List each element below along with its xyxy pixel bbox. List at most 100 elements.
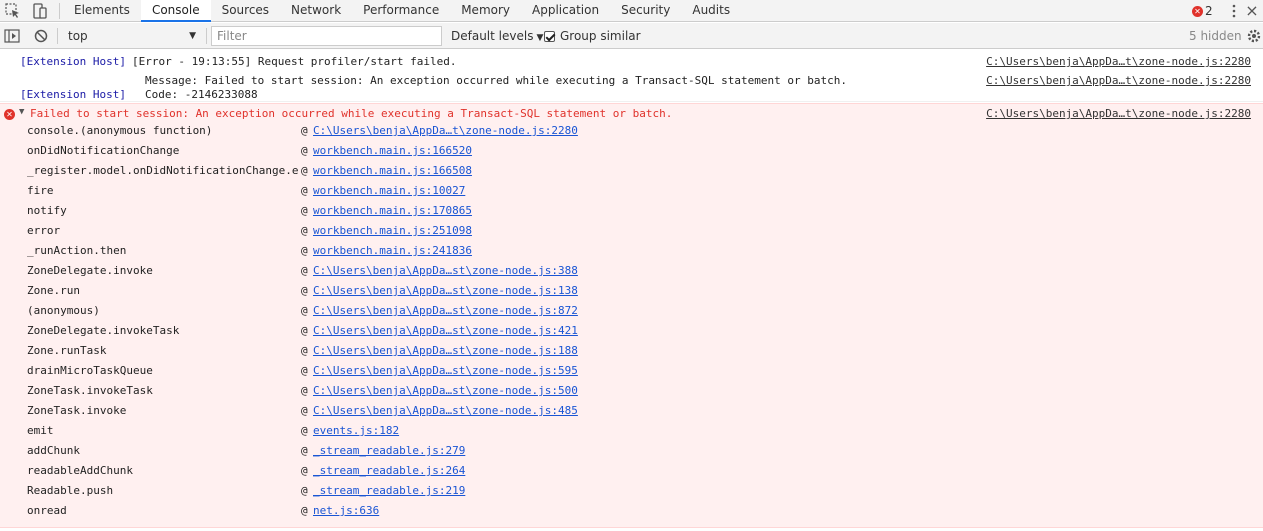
stack-frame: onread @ net.js:636 [0,501,1263,521]
stack-frame-link[interactable]: C:\Users\benja\AppDa…st\zone-node.js:595 [313,364,578,377]
console-log-message: [Extension Host] [Error - 19:13:55] Requ… [0,52,1263,102]
stack-frame-link[interactable]: workbench.main.js:166508 [313,164,472,177]
stack-frame: ZoneDelegate.invokeTask @ C:\Users\benja\A… [0,321,1263,341]
filter-input[interactable] [211,26,442,46]
stack-frame-link[interactable]: _stream_readable.js:264 [313,464,465,477]
at-separator: @ [301,244,308,257]
clear-console-icon[interactable] [32,27,50,45]
stack-frame-link[interactable]: C:\Users\benja\AppDa…st\zone-node.js:388 [313,264,578,277]
error-message-text[interactable]: Failed to start session: An exception oc… [30,107,672,120]
at-separator: @ [301,304,308,317]
stack-frame-function: Zone.run [27,284,80,297]
tab-network[interactable]: Network [280,0,352,22]
at-separator: @ [301,284,308,297]
inspect-element-icon[interactable] [4,2,22,20]
at-separator: @ [301,444,308,457]
hidden-messages-count: 5 hidden [1189,29,1242,43]
stack-frame-link[interactable]: C:\Users\benja\AppDa…st\zone-node.js:485 [313,404,578,417]
context-selector[interactable]: top ▼ [62,26,202,46]
stack-frame-function: Zone.runTask [27,344,107,357]
tab-console[interactable]: Console [140,0,211,22]
log-message-detail: Message: Failed to start session: An exc… [145,74,847,87]
tab-sources[interactable]: Sources [211,0,280,22]
tab-elements[interactable]: Elements [63,0,141,22]
stack-frame-link[interactable]: C:\Users\benja\AppDa…st\zone-node.js:421 [313,324,578,337]
toolbar-divider [57,28,58,44]
error-count: 2 [1205,4,1213,18]
stack-frame: Readable.push @ _stream_readable.js:219 [0,481,1263,501]
stack-frame: _runAction.then @ workbench.main.js:241836 [0,241,1263,261]
at-separator: @ [301,424,308,437]
log-source-label: [Extension Host] [20,55,126,68]
stack-frame-link[interactable]: C:\Users\benja\AppDa…st\zone-node.js:500 [313,384,578,397]
at-separator: @ [301,224,308,237]
dropdown-arrow-icon: ▼ [189,31,196,41]
stack-frame-function: notify [27,204,67,217]
stack-frame-link[interactable]: net.js:636 [313,504,379,517]
stack-frame-link[interactable]: workbench.main.js:241836 [313,244,472,257]
at-separator: @ [301,504,308,517]
stack-frame-link[interactable]: events.js:182 [313,424,399,437]
stack-frame-function: console.(anonymous function) [27,124,213,137]
stack-frame: fire @ workbench.main.js:10027 [0,181,1263,201]
log-source-label: [Extension Host] [20,88,126,101]
stack-frame-link[interactable]: C:\Users\benja\AppDa…st\zone-node.js:188 [313,344,578,357]
log-levels-dropdown[interactable]: Default levels ▼ [451,26,543,46]
stack-frame-function: onDidNotificationChange [27,144,180,157]
dropdown-arrow-icon: ▼ [536,33,544,43]
stack-frame-function: drainMicroTaskQueue [27,364,153,377]
stack-frame-link[interactable]: workbench.main.js:166520 [313,144,472,157]
stack-frame: ZoneTask.invoke @ C:\Users\benja\AppDa…st\… [0,401,1263,421]
stack-frame-link[interactable]: _stream_readable.js:279 [313,444,465,457]
stack-frame-function: (anonymous) [27,304,100,317]
stack-frame: readableAddChunk @ _stream_readable.js:264 [0,461,1263,481]
stack-frame: addChunk @ _stream_readable.js:279 [0,441,1263,461]
tab-memory[interactable]: Memory [450,0,521,22]
source-link[interactable]: C:\Users\benja\AppDa…t\zone-node.js:2280 [986,55,1251,68]
stack-frame: console.(anonymous function) @ C:\Users\be… [0,121,1263,141]
stack-frame-link[interactable]: C:\Users\benja\AppDa…st\zone-node.js:872 [313,304,578,317]
close-icon[interactable]: × [1244,2,1260,20]
stack-frame-link[interactable]: _stream_readable.js:219 [313,484,465,497]
group-similar-checkbox[interactable] [544,30,555,42]
stack-frame: _register.model.onDidNotificationChange.… [0,161,1263,181]
stack-frame-link[interactable]: C:\Users\benja\AppDa…st\zone-node.js:138 [313,284,578,297]
source-link[interactable]: C:\Users\benja\AppDa…t\zone-node.js:2280 [986,107,1251,120]
context-value: top [68,29,88,43]
stack-frame-function: Readable.push [27,484,114,497]
stack-frame: Zone.run @ C:\Users\benja\AppDa…st\zone-no… [0,281,1263,301]
error-counter[interactable]: ✕ 2 [1192,3,1213,19]
stack-frame: notify @ workbench.main.js:170865 [0,201,1263,221]
stack-frame-function: readableAddChunk [27,464,133,477]
stack-frame-function: ZoneDelegate.invokeTask [27,324,180,337]
stack-frame-function: emit [27,424,54,437]
stack-frame: onDidNotificationChange @ workbench.main.j… [0,141,1263,161]
stack-frame: (anonymous) @ C:\Users\benja\AppDa…st\zone… [0,301,1263,321]
at-separator: @ [301,204,308,217]
group-similar-toggle[interactable]: Group similar [544,26,641,46]
gear-icon[interactable] [1245,27,1263,45]
at-separator: @ [301,184,308,197]
stack-frame-link[interactable]: workbench.main.js:170865 [313,204,472,217]
tab-security[interactable]: Security [610,0,681,22]
stack-frame-link[interactable]: workbench.main.js:251098 [313,224,472,237]
tab-application[interactable]: Application [521,0,610,22]
stack-frame-function: onread [27,504,67,517]
log-error-code: Code: -2146233088 [145,88,258,101]
stack-frame-function: ZoneDelegate.invoke [27,264,153,277]
stack-frame: error @ workbench.main.js:251098 [0,221,1263,241]
stack-frame-link[interactable]: workbench.main.js:10027 [313,184,465,197]
expand-triangle-icon[interactable]: ▼ [19,107,24,117]
sidebar-toggle-icon[interactable] [3,27,21,45]
at-separator: @ [301,484,308,497]
stack-frame-function: ZoneTask.invokeTask [27,384,153,397]
tab-performance[interactable]: Performance [352,0,450,22]
group-similar-label: Group similar [560,29,641,43]
source-link[interactable]: C:\Users\benja\AppDa…t\zone-node.js:2280 [986,74,1251,87]
device-toolbar-icon[interactable] [31,2,49,20]
at-separator: @ [301,364,308,377]
more-options-icon[interactable] [1230,2,1238,20]
stack-frame-link[interactable]: C:\Users\benja\AppDa…t\zone-node.js:2280 [313,124,578,137]
tab-audits[interactable]: Audits [681,0,741,22]
stack-frame: ZoneTask.invokeTask @ C:\Users\benja\AppDa… [0,381,1263,401]
